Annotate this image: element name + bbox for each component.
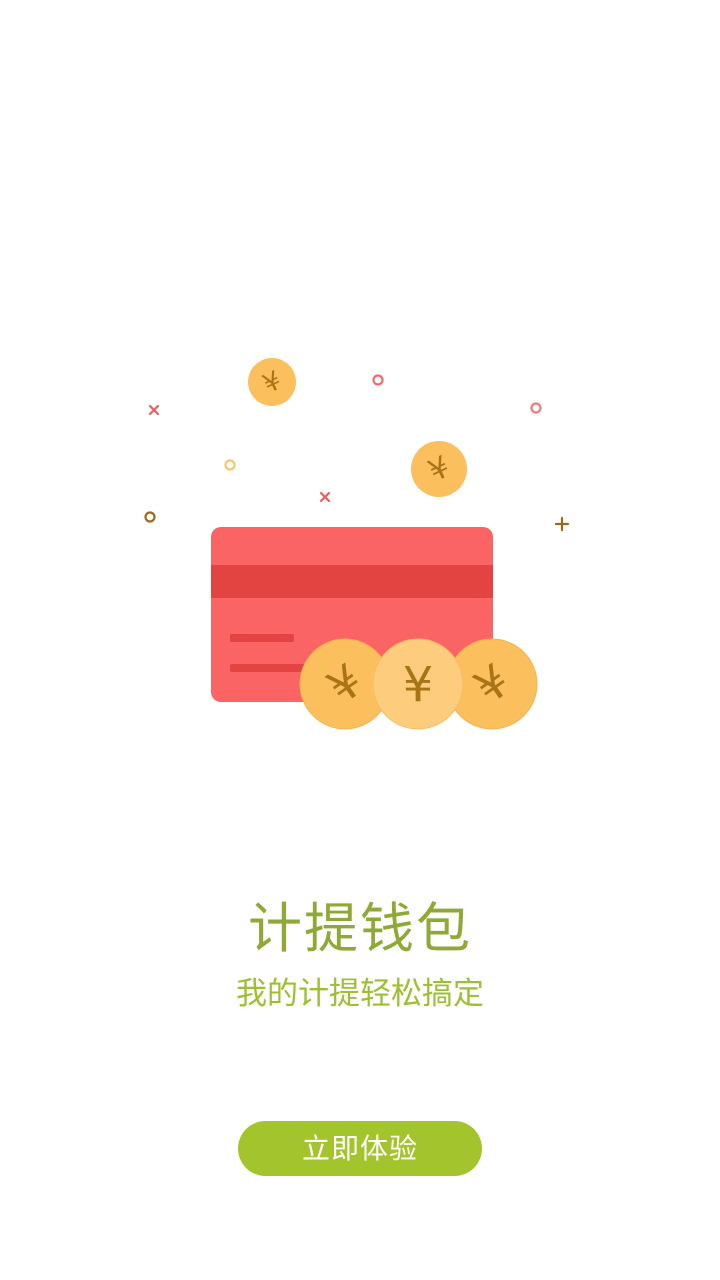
floating-coin-medium: ¥ — [411, 441, 467, 497]
sparkle-ring — [224, 459, 236, 471]
sparkle-plus — [554, 516, 570, 532]
page-subtitle: 我的计提轻松搞定 — [236, 976, 484, 1012]
sparkle-ring — [530, 402, 542, 414]
sparkle-ring — [372, 374, 384, 386]
sparkle-cross — [319, 491, 331, 503]
sparkle-ring — [144, 511, 156, 523]
wallet-illustration: ¥ ¥ ¥ ¥ ¥ — [144, 358, 570, 730]
yuan-coin-icon: ¥ — [372, 638, 464, 730]
coin-symbol: ¥ — [403, 657, 434, 713]
page-title: 计提钱包 — [248, 897, 472, 960]
try-now-button[interactable]: 立即体验 — [238, 1121, 482, 1176]
decorative-sparkles — [144, 374, 570, 532]
sparkle-cross — [148, 404, 160, 416]
floating-coin-small: ¥ — [248, 358, 296, 406]
